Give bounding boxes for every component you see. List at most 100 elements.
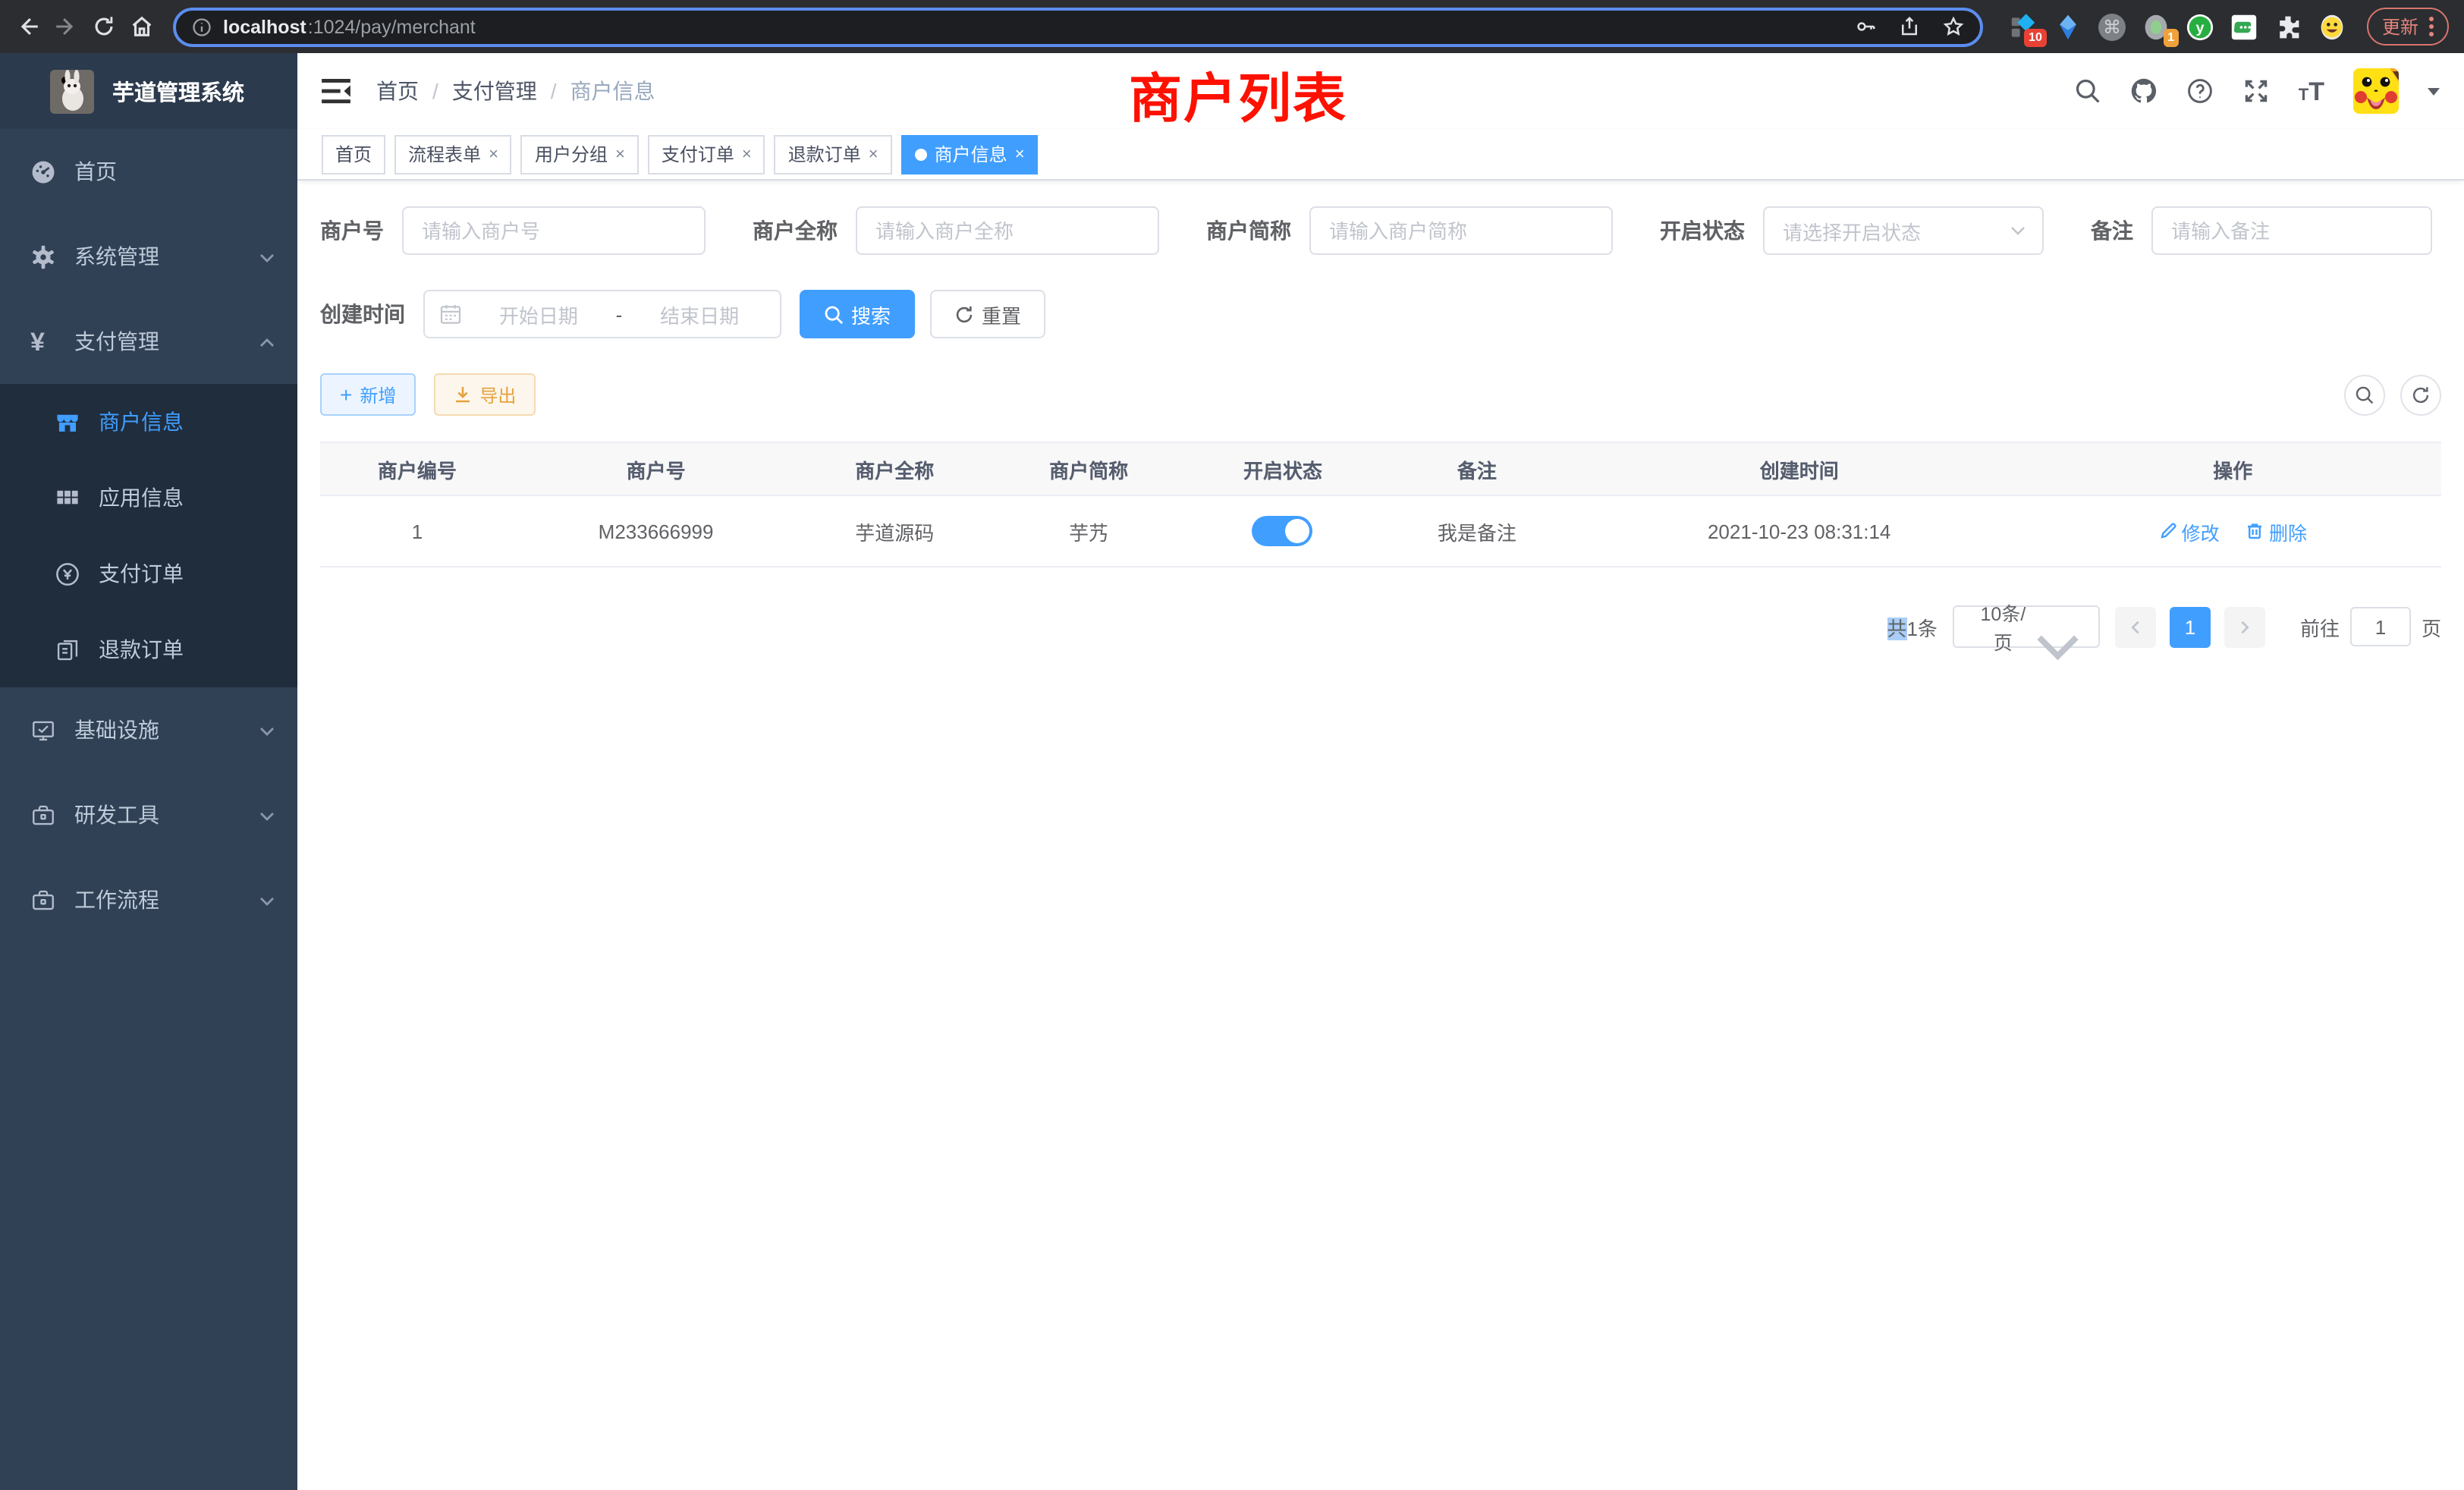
browser-home-icon[interactable] bbox=[129, 14, 155, 39]
cell-status bbox=[1186, 495, 1380, 567]
avatar-dropdown-caret-icon[interactable] bbox=[2428, 87, 2440, 95]
page-size-value: 10条/页 bbox=[1975, 598, 2031, 655]
browser-toolbar: localhost:1024/pay/merchant 10 bbox=[0, 0, 2464, 53]
chevron-up-icon bbox=[258, 332, 276, 350]
col-short-name: 商户简称 bbox=[992, 442, 1186, 495]
share-icon[interactable] bbox=[1898, 15, 1921, 38]
search-button[interactable]: 搜索 bbox=[800, 290, 915, 338]
tab-refund-order[interactable]: 退款订单 bbox=[775, 134, 892, 174]
tab-label: 首页 bbox=[335, 141, 372, 167]
browser-menu-icon[interactable] bbox=[2429, 17, 2434, 36]
goto-page-input[interactable] bbox=[2350, 607, 2411, 646]
short-name-label: 商户简称 bbox=[1206, 215, 1291, 246]
sidebar-item-system[interactable]: 系统管理 bbox=[0, 214, 297, 299]
sidebar-item-refund-order[interactable]: 退款订单 bbox=[0, 611, 297, 687]
sidebar-logo[interactable]: 芋道管理系统 bbox=[0, 53, 297, 129]
sidebar-item-home[interactable]: 首页 bbox=[0, 129, 297, 214]
chevron-down-icon bbox=[2009, 222, 2027, 240]
reset-button[interactable]: 重置 bbox=[930, 290, 1045, 338]
address-bar[interactable]: localhost:1024/pay/merchant bbox=[173, 7, 1983, 46]
github-icon[interactable] bbox=[2130, 77, 2158, 105]
tab-merchant-info[interactable]: 商户信息 bbox=[901, 134, 1039, 174]
sidebar-item-pay-order[interactable]: 支付订单 bbox=[0, 536, 297, 611]
app-title: 芋道管理系统 bbox=[112, 75, 244, 107]
refresh-icon bbox=[954, 304, 974, 324]
add-button[interactable]: 新增 bbox=[320, 373, 416, 416]
sidebar-item-app-info[interactable]: 应用信息 bbox=[0, 460, 297, 536]
tab-label: 商户信息 bbox=[935, 141, 1007, 167]
password-key-icon[interactable] bbox=[1854, 15, 1877, 38]
tags-view-bar: 首页 流程表单 用户分组 支付订单 退款订单 商户信息 bbox=[297, 129, 2464, 181]
total-count: 1 bbox=[1906, 617, 1917, 640]
active-tab-dot bbox=[915, 148, 927, 160]
sidebar-item-infra[interactable]: 基础设施 bbox=[0, 687, 297, 772]
browser-update-button[interactable]: 更新 bbox=[2367, 8, 2449, 46]
breadcrumb-home[interactable]: 首页 bbox=[376, 76, 419, 106]
sidebar-item-pay[interactable]: 支付管理 bbox=[0, 299, 297, 384]
site-info-icon[interactable] bbox=[191, 16, 212, 37]
merchant-no-input[interactable] bbox=[402, 206, 706, 255]
text-size-icon[interactable] bbox=[2299, 78, 2324, 104]
download-icon bbox=[454, 385, 472, 404]
edit-link[interactable]: 修改 bbox=[2159, 517, 2220, 545]
tab-user-group[interactable]: 用户分组 bbox=[521, 134, 639, 174]
ext-kite-icon[interactable] bbox=[2054, 13, 2082, 40]
create-time-range-picker[interactable]: 开始日期 - 结束日期 bbox=[423, 290, 781, 338]
ext-gray-blob-icon[interactable]: 1 bbox=[2142, 13, 2170, 40]
documents-icon bbox=[55, 637, 80, 662]
logo-rabbit-image bbox=[50, 69, 94, 113]
full-name-input[interactable] bbox=[856, 206, 1159, 255]
page-number-1[interactable]: 1 bbox=[2170, 606, 2211, 647]
browser-forward-icon[interactable] bbox=[53, 14, 79, 39]
export-button-label: 导出 bbox=[479, 382, 516, 407]
tab-close-icon[interactable] bbox=[742, 145, 752, 163]
page-size-select[interactable]: 10条/页 bbox=[1953, 605, 2100, 648]
prev-page-button[interactable] bbox=[2115, 606, 2156, 647]
remark-input[interactable] bbox=[2151, 206, 2432, 255]
ext-emoji-icon[interactable] bbox=[2318, 13, 2346, 40]
cell-remark: 我是备注 bbox=[1380, 495, 1574, 567]
status-select[interactable]: 请选择开启状态 bbox=[1763, 206, 2044, 255]
next-page-button[interactable] bbox=[2224, 606, 2265, 647]
export-button[interactable]: 导出 bbox=[434, 373, 536, 416]
goto-label: 前往 bbox=[2300, 612, 2340, 641]
shop-icon bbox=[55, 409, 80, 435]
tab-close-icon[interactable] bbox=[869, 145, 878, 163]
help-icon[interactable] bbox=[2186, 77, 2214, 105]
col-merchant-no: 商户号 bbox=[514, 442, 797, 495]
sidebar-item-merchant-info[interactable]: 商户信息 bbox=[0, 384, 297, 460]
col-status: 开启状态 bbox=[1186, 442, 1380, 495]
tab-pay-order[interactable]: 支付订单 bbox=[648, 134, 765, 174]
browser-back-icon[interactable] bbox=[15, 14, 41, 39]
chevron-down-icon bbox=[258, 247, 276, 266]
delete-link[interactable]: 删除 bbox=[2246, 517, 2307, 545]
ext-chat-icon[interactable] bbox=[2230, 13, 2258, 40]
extensions-area: 10 1 y bbox=[2010, 13, 2346, 40]
user-avatar[interactable] bbox=[2353, 68, 2399, 114]
browser-reload-icon[interactable] bbox=[91, 14, 117, 39]
breadcrumb-pay[interactable]: 支付管理 bbox=[452, 76, 537, 106]
bookmark-star-icon[interactable] bbox=[1942, 15, 1965, 38]
sidebar-item-dev-tools[interactable]: 研发工具 bbox=[0, 772, 297, 857]
extensions-puzzle-icon[interactable] bbox=[2274, 13, 2302, 40]
ext-yudao-icon[interactable]: y bbox=[2186, 13, 2214, 40]
status-toggle-on[interactable] bbox=[1252, 516, 1313, 546]
full-name-label: 商户全称 bbox=[753, 215, 838, 246]
fullscreen-icon[interactable] bbox=[2242, 77, 2270, 105]
tab-process-form[interactable]: 流程表单 bbox=[394, 134, 512, 174]
ext-blue-diamond-icon[interactable]: 10 bbox=[2010, 13, 2038, 40]
show-search-toggle-button[interactable] bbox=[2344, 374, 2385, 415]
ext-badge: 10 bbox=[2024, 28, 2047, 46]
sidebar-item-workflow[interactable]: 工作流程 bbox=[0, 857, 297, 942]
tab-close-icon[interactable] bbox=[489, 145, 498, 163]
table-row: 1 M233666999 芋道源码 芋艿 我是备注 2021-10-23 08:… bbox=[320, 495, 2441, 567]
header-search-icon[interactable] bbox=[2074, 77, 2101, 105]
short-name-input[interactable] bbox=[1309, 206, 1613, 255]
tab-close-icon[interactable] bbox=[615, 145, 625, 163]
cell-actions: 修改 删除 bbox=[2025, 495, 2441, 567]
refresh-table-button[interactable] bbox=[2400, 374, 2441, 415]
sidebar-collapse-icon[interactable] bbox=[322, 78, 350, 104]
tab-home[interactable]: 首页 bbox=[322, 134, 385, 174]
ext-command-icon[interactable] bbox=[2098, 13, 2126, 40]
tab-close-icon[interactable] bbox=[1015, 145, 1025, 163]
